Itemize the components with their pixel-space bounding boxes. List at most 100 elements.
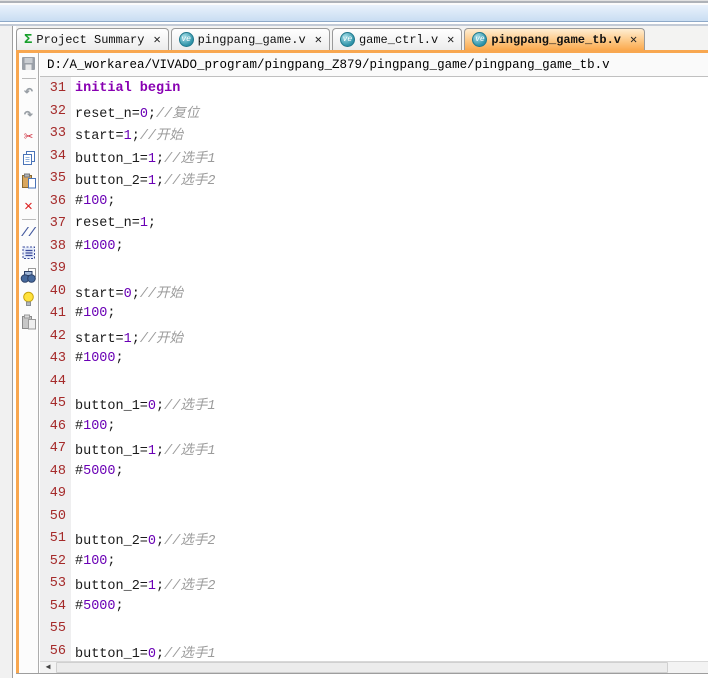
redo-button[interactable]: ↷ bbox=[19, 104, 38, 125]
code-text: start=0;//开始 bbox=[75, 286, 184, 302]
verilog-file-icon: ve bbox=[178, 32, 194, 47]
code-line[interactable]: 38 #1000; bbox=[40, 235, 708, 258]
line-number: 38 bbox=[49, 238, 66, 254]
left-panel-edge bbox=[0, 26, 13, 678]
line-number: 43 bbox=[49, 351, 66, 366]
save-button[interactable] bbox=[19, 55, 38, 76]
code-text: button_2=1;//选手2 bbox=[75, 174, 216, 189]
code-text: start=1;//开始 bbox=[75, 129, 184, 144]
copy-icon bbox=[21, 150, 37, 171]
paste-special-button[interactable] bbox=[19, 314, 38, 335]
block-select-button[interactable] bbox=[19, 245, 38, 266]
code-line[interactable]: 48 #5000; bbox=[40, 460, 708, 483]
code-line[interactable]: 55 bbox=[40, 617, 708, 640]
line-number: 34 bbox=[49, 148, 66, 164]
tab-pingpang-game-tb-v[interactable]: ve pingpang_game_tb.v ✕ bbox=[464, 28, 646, 50]
code-text: button_2=0;//选手2 bbox=[75, 534, 216, 549]
copy-button[interactable] bbox=[19, 150, 38, 171]
code-line[interactable]: 39 bbox=[40, 257, 708, 280]
line-number: 55 bbox=[49, 621, 66, 636]
comment-slashes-icon: // bbox=[21, 225, 36, 240]
tab-close-icon[interactable]: ✕ bbox=[153, 32, 160, 47]
tab-close-icon[interactable]: ✕ bbox=[630, 32, 637, 47]
code-line[interactable]: 51 button_2=0;//选手2 bbox=[40, 527, 708, 550]
scrollbar-thumb[interactable] bbox=[56, 662, 668, 673]
dashed-block-icon bbox=[21, 245, 37, 266]
code-text: button_1=1;//选手1 bbox=[75, 151, 216, 167]
horizontal-scrollbar[interactable]: ◀ bbox=[40, 661, 708, 673]
tab-label: pingpang_game_tb.v bbox=[491, 32, 622, 47]
code-line[interactable]: 41 #100; bbox=[40, 302, 708, 325]
toggle-comment-button[interactable]: // bbox=[19, 222, 38, 243]
scissors-icon: ✂ bbox=[23, 129, 34, 146]
code-text: button_1=0;//选手1 bbox=[75, 399, 216, 414]
line-number: 40 bbox=[49, 283, 66, 299]
code-line[interactable]: 45 button_1=0;//选手1 bbox=[40, 392, 708, 415]
verilog-file-icon: ve bbox=[339, 32, 355, 47]
undo-button[interactable]: ↶ bbox=[19, 81, 38, 102]
line-number: 41 bbox=[49, 306, 66, 321]
code-line[interactable]: 56 button_1=0;//选手1 bbox=[40, 640, 708, 662]
line-number: 37 bbox=[49, 216, 66, 231]
line-number: 39 bbox=[49, 261, 66, 276]
editor-side-toolbar: ↶ ↷ ✂ ✕ // bbox=[19, 53, 39, 673]
paste-button[interactable] bbox=[19, 173, 38, 194]
code-text: reset_n=1; bbox=[75, 216, 157, 231]
code-text: #100; bbox=[75, 553, 116, 569]
code-editor-area[interactable]: 31 initial begin 32 reset_n=0;//复位 33 start=1… bbox=[40, 77, 708, 661]
find-replace-button[interactable] bbox=[19, 268, 38, 289]
undo-icon: ↶ bbox=[23, 82, 34, 101]
tab-close-icon[interactable]: ✕ bbox=[447, 32, 454, 47]
delete-button[interactable]: ✕ bbox=[19, 196, 38, 217]
code-line[interactable]: 49 bbox=[40, 482, 708, 505]
tab-label: pingpang_game.v bbox=[197, 32, 306, 47]
code-text: start=1;//开始 bbox=[75, 331, 184, 347]
tab-label: Project Summary bbox=[36, 32, 145, 47]
code-line[interactable]: 53 button_2=1;//选手2 bbox=[40, 572, 708, 595]
code-line[interactable]: 47 button_1=1;//选手1 bbox=[40, 437, 708, 460]
code-line[interactable]: 52 #100; bbox=[40, 550, 708, 573]
code-line[interactable]: 33 start=1;//开始 bbox=[40, 122, 708, 145]
line-number: 49 bbox=[49, 486, 66, 501]
code-text: #100; bbox=[75, 306, 116, 321]
line-number: 50 bbox=[49, 508, 66, 524]
code-text: button_1=0;//选手1 bbox=[75, 646, 216, 662]
tips-button[interactable] bbox=[19, 291, 38, 312]
code-line[interactable]: 35 button_2=1;//选手2 bbox=[40, 167, 708, 190]
code-line[interactable]: 36 #100; bbox=[40, 190, 708, 213]
code-line[interactable]: 31 initial begin bbox=[40, 77, 708, 100]
scroll-left-arrow-icon[interactable]: ◀ bbox=[40, 663, 56, 672]
toolbar-separator bbox=[21, 78, 36, 79]
redo-icon: ↷ bbox=[23, 105, 34, 124]
toolbar-separator bbox=[21, 219, 36, 220]
code-text: #1000; bbox=[75, 351, 124, 366]
line-number: 45 bbox=[49, 396, 66, 411]
paste-icon bbox=[21, 173, 37, 194]
tab-project-summary[interactable]: Σ Project Summary ✕ bbox=[16, 28, 169, 50]
code-line[interactable]: 46 #100; bbox=[40, 415, 708, 438]
tab-close-icon[interactable]: ✕ bbox=[315, 32, 322, 47]
tab-pingpang-game-v[interactable]: ve pingpang_game.v ✕ bbox=[170, 28, 330, 50]
code-text: #5000; bbox=[75, 463, 124, 479]
line-number: 32 bbox=[49, 103, 66, 119]
cut-button[interactable]: ✂ bbox=[19, 127, 38, 148]
code-text: #100; bbox=[75, 418, 116, 434]
code-line[interactable]: 42 start=1;//开始 bbox=[40, 325, 708, 348]
line-number: 51 bbox=[49, 531, 66, 546]
code-line[interactable]: 43 #1000; bbox=[40, 347, 708, 370]
code-line[interactable]: 37 reset_n=1; bbox=[40, 212, 708, 235]
code-line[interactable]: 40 start=0;//开始 bbox=[40, 280, 708, 303]
chrome-gradient-band bbox=[0, 5, 708, 21]
code-line[interactable]: 50 bbox=[40, 505, 708, 528]
window-chrome-toolbar bbox=[0, 0, 708, 26]
code-line[interactable]: 44 bbox=[40, 370, 708, 393]
code-line[interactable]: 34 button_1=1;//选手1 bbox=[40, 145, 708, 168]
line-number: 56 bbox=[49, 643, 66, 659]
tab-game-ctrl-v[interactable]: ve game_ctrl.v ✕ bbox=[331, 28, 463, 50]
line-number: 53 bbox=[49, 576, 66, 591]
line-number: 44 bbox=[49, 373, 66, 389]
line-number: 47 bbox=[49, 441, 66, 456]
code-line[interactable]: 32 reset_n=0;//复位 bbox=[40, 100, 708, 123]
code-line[interactable]: 54 #5000; bbox=[40, 595, 708, 618]
panel-bottom-border bbox=[16, 673, 708, 674]
